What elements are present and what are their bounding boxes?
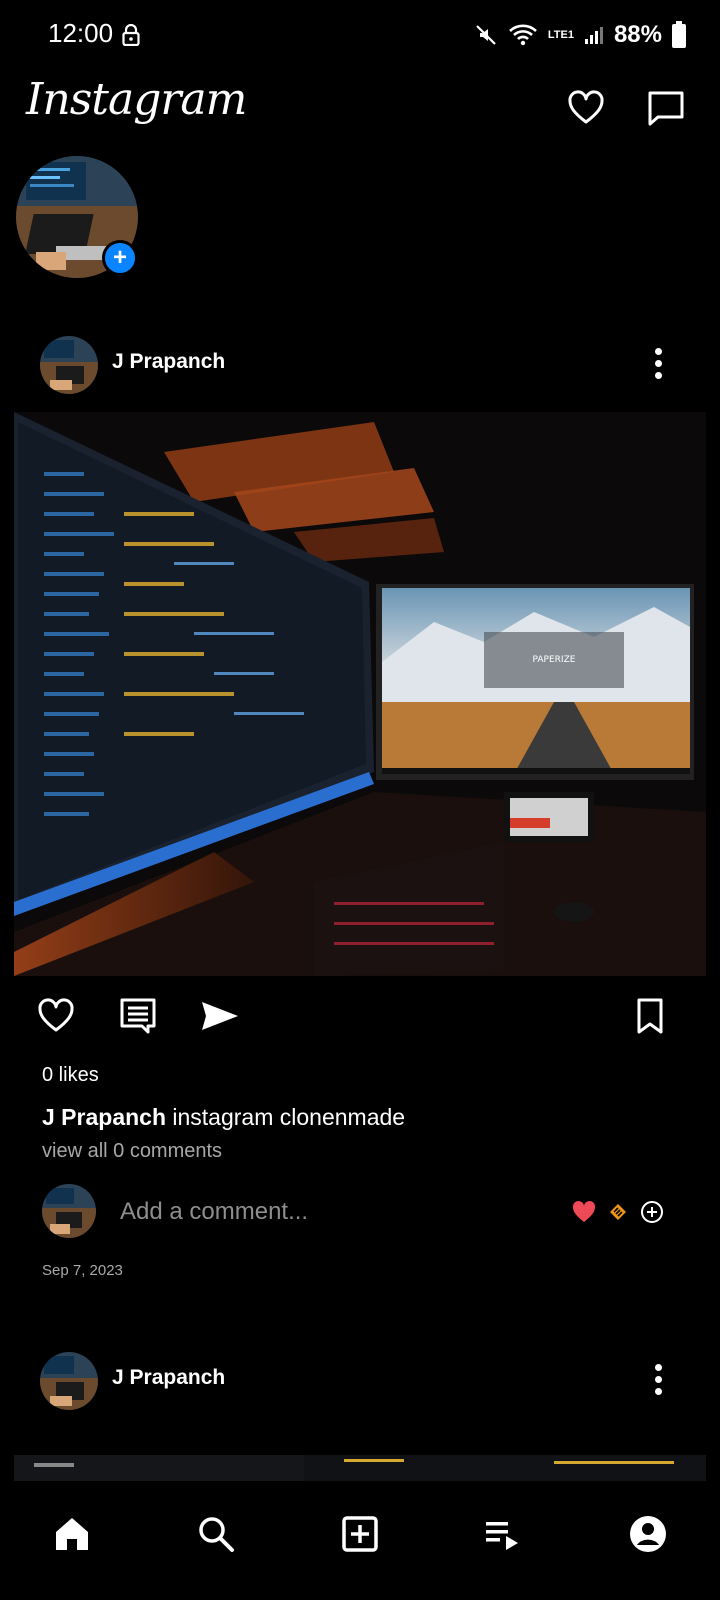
post-image-2[interactable] (14, 1455, 706, 1481)
post-date: Sep 7, 2023 (42, 1262, 123, 1279)
status-time: 12:00 (48, 18, 114, 48)
likes-count[interactable]: 0 likes (42, 1064, 99, 1087)
bookmark-icon[interactable] (630, 996, 670, 1036)
send-icon[interactable] (200, 996, 240, 1036)
wifi-icon (508, 24, 537, 46)
clap-emoji-icon[interactable] (606, 1200, 630, 1224)
app-header: Instagram (0, 72, 720, 152)
bottom-navigation (0, 1482, 720, 1600)
commenter-avatar-image (42, 1184, 96, 1238)
add-emoji-icon[interactable] (640, 1200, 664, 1224)
comment-input[interactable] (120, 1192, 540, 1232)
red-heart-emoji-icon[interactable] (572, 1200, 596, 1224)
messenger-icon[interactable] (646, 88, 686, 128)
your-story[interactable]: + (16, 156, 140, 280)
more-options-icon-2[interactable] (652, 1362, 664, 1398)
post-avatar[interactable] (40, 336, 98, 394)
add-comment-row (0, 1184, 720, 1240)
heart-icon[interactable] (566, 88, 606, 128)
view-comments-link[interactable]: view all 0 comments (42, 1140, 222, 1163)
signal-icon (584, 27, 603, 44)
post-header: J Prapanch (0, 330, 720, 400)
monitor-app-title: PAPERIZE (533, 655, 576, 665)
like-heart-icon[interactable] (36, 996, 76, 1036)
post-avatar-2[interactable] (40, 1352, 98, 1410)
post-actions (0, 994, 720, 1044)
lock-icon (122, 24, 140, 46)
post-caption: J Prapanch instagram clonenmade (42, 1104, 405, 1131)
post-username[interactable]: J Prapanch (112, 350, 225, 374)
network-label: LTE1 (547, 28, 574, 41)
post-image-art: PAPERIZE (14, 412, 706, 976)
post-username-2[interactable]: J Prapanch (112, 1366, 225, 1390)
search-icon[interactable] (194, 1512, 238, 1556)
commenter-avatar (42, 1184, 96, 1238)
caption-text: instagram clonenmade (172, 1104, 406, 1130)
add-post-icon[interactable] (338, 1512, 382, 1556)
caption-username[interactable]: J Prapanch (42, 1104, 166, 1130)
post-header-2: J Prapanch (0, 1346, 720, 1416)
more-options-icon[interactable] (652, 346, 664, 382)
post-image[interactable]: PAPERIZE (14, 412, 706, 976)
add-story-button[interactable]: + (102, 240, 138, 276)
comment-icon[interactable] (118, 996, 158, 1036)
profile-icon[interactable] (626, 1512, 670, 1556)
post-avatar-2-image (40, 1352, 98, 1410)
post-image-2-art (14, 1455, 706, 1481)
battery-icon (672, 21, 686, 48)
status-right: LTE1 88% (474, 18, 662, 52)
mute-icon (476, 25, 496, 45)
status-bar: 12:00 LTE1 88% (0, 0, 720, 72)
app-logo: Instagram (26, 74, 247, 125)
home-icon[interactable] (50, 1512, 94, 1556)
post-avatar-image (40, 336, 98, 394)
battery-percent: 88% (613, 21, 662, 48)
reels-icon[interactable] (482, 1512, 526, 1556)
